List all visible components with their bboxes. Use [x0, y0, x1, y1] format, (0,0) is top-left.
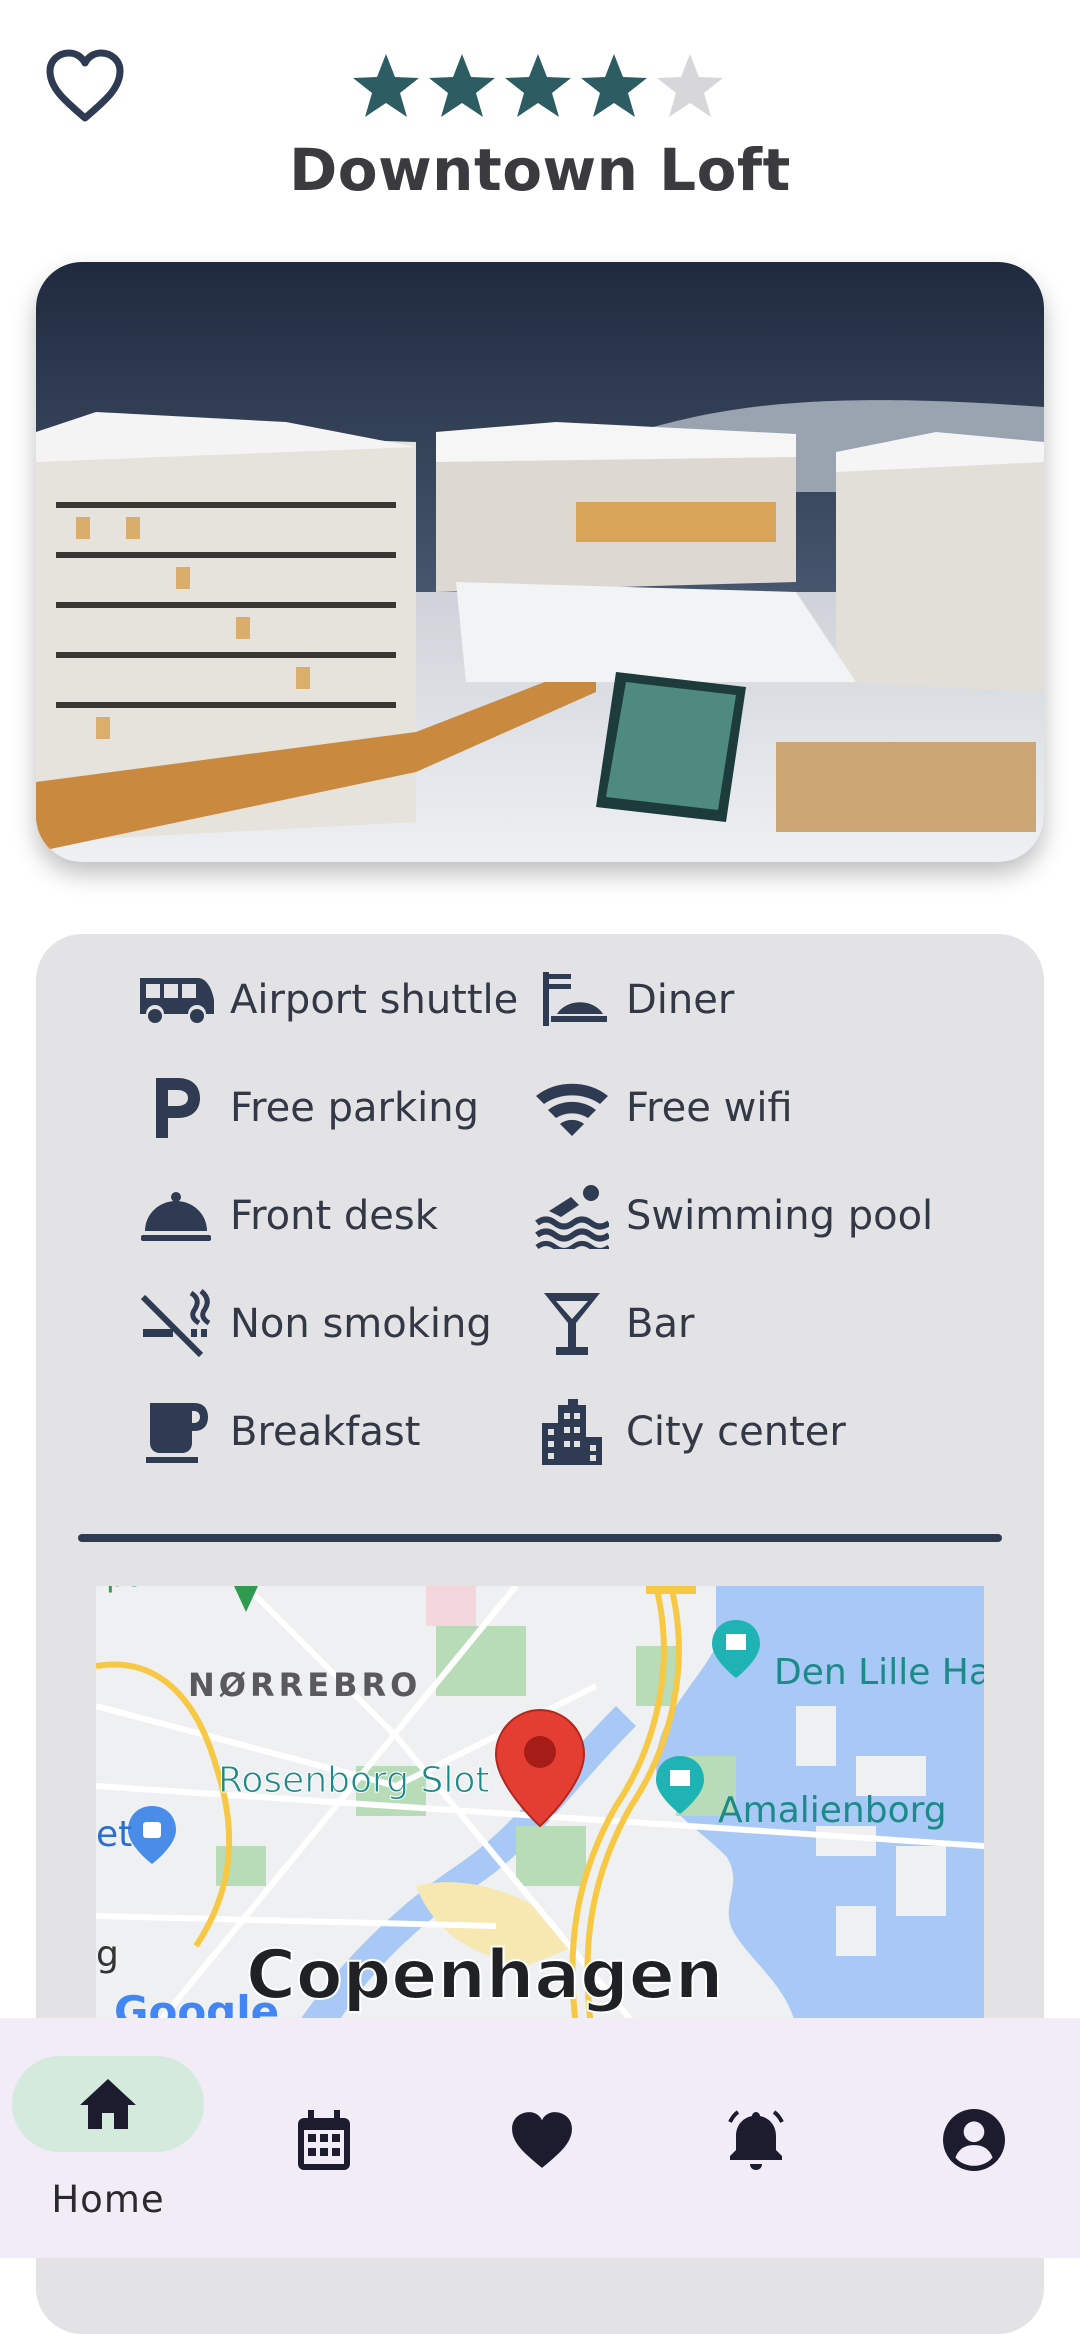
map-label-poi: Den Lille Ha — [774, 1652, 984, 1693]
star-filled-icon — [505, 54, 571, 117]
wifi-icon — [532, 1068, 612, 1148]
hotel-title: Downtown Loft — [289, 136, 791, 204]
coffee-icon — [136, 1392, 216, 1472]
calendar-icon — [298, 2110, 350, 2170]
amenity-free-wifi: Free wifi — [532, 1068, 793, 1148]
amenity-label: Diner — [626, 977, 735, 1023]
favorites-heart-icon — [512, 2112, 572, 2168]
amenity-label: Airport shuttle — [230, 977, 519, 1023]
amenity-label: Bar — [626, 1301, 695, 1347]
amenity-free-parking: Free parking — [136, 1068, 479, 1148]
map-label-edge: g — [96, 1934, 119, 1975]
map-label-poi: Rosenborg Slot — [218, 1760, 489, 1801]
location-map[interactable]: NØRREBRO Rosenborg Slot Amalienborg Den … — [96, 1586, 984, 2026]
amenity-airport-shuttle: Airport shuttle — [136, 960, 518, 1040]
front-desk-icon — [136, 1176, 216, 1256]
nav-item-calendar[interactable] — [290, 2018, 354, 2258]
map-label-city: Copenhagen — [246, 1936, 723, 2015]
star-filled-icon — [429, 54, 495, 117]
nav-item-favorites[interactable] — [508, 2018, 572, 2258]
hotel-photo — [36, 262, 1044, 862]
parking-icon — [136, 1068, 216, 1148]
amenity-front-desk: Front desk — [136, 1176, 438, 1256]
amenity-swimming-pool: Swimming pool — [532, 1176, 933, 1256]
star-filled-icon — [353, 54, 419, 117]
map-label-edge: park — [106, 1586, 178, 1594]
amenity-label: Non smoking — [230, 1301, 492, 1347]
map-label-poi: Amalienborg — [718, 1790, 947, 1831]
map-label-district: NØRREBRO — [188, 1666, 421, 1704]
no-smoking-icon — [136, 1284, 216, 1364]
city-icon — [532, 1392, 612, 1472]
amenity-label: City center — [626, 1409, 846, 1455]
amenity-diner: Diner — [532, 960, 734, 1040]
star-empty-icon — [657, 54, 723, 117]
amenity-bar: Bar — [532, 1284, 694, 1364]
map-label-edge: et — [96, 1814, 132, 1855]
amenity-non-smoking: Non smoking — [136, 1284, 492, 1364]
bar-icon — [532, 1284, 612, 1364]
star-filled-icon — [581, 54, 647, 117]
home-icon — [80, 2079, 136, 2129]
amenity-label: Swimming pool — [626, 1193, 934, 1239]
star-rating — [350, 50, 726, 122]
nav-item-notifications[interactable] — [724, 2018, 788, 2258]
nav-label-home: Home — [51, 2178, 165, 2221]
amenity-label: Breakfast — [230, 1409, 421, 1455]
nav-active-indicator — [12, 2056, 204, 2152]
dining-icon — [532, 960, 612, 1040]
heart-outline-icon — [46, 49, 124, 122]
amenity-label: Free parking — [230, 1085, 479, 1131]
amenity-label: Front desk — [230, 1193, 438, 1239]
pool-icon — [532, 1176, 612, 1256]
bottom-navigation: Home — [0, 2018, 1080, 2258]
amenity-city-center: City center — [532, 1392, 846, 1472]
favorite-button[interactable] — [44, 48, 126, 124]
amenity-label: Free wifi — [626, 1085, 793, 1131]
notifications-bell-icon — [728, 2110, 784, 2170]
shuttle-icon — [136, 960, 216, 1040]
nav-item-account[interactable] — [940, 2018, 1005, 2258]
section-divider — [78, 1534, 1002, 1542]
amenity-breakfast: Breakfast — [136, 1392, 420, 1472]
nav-item-home[interactable]: Home — [12, 2018, 204, 2258]
account-icon — [943, 2109, 1005, 2171]
